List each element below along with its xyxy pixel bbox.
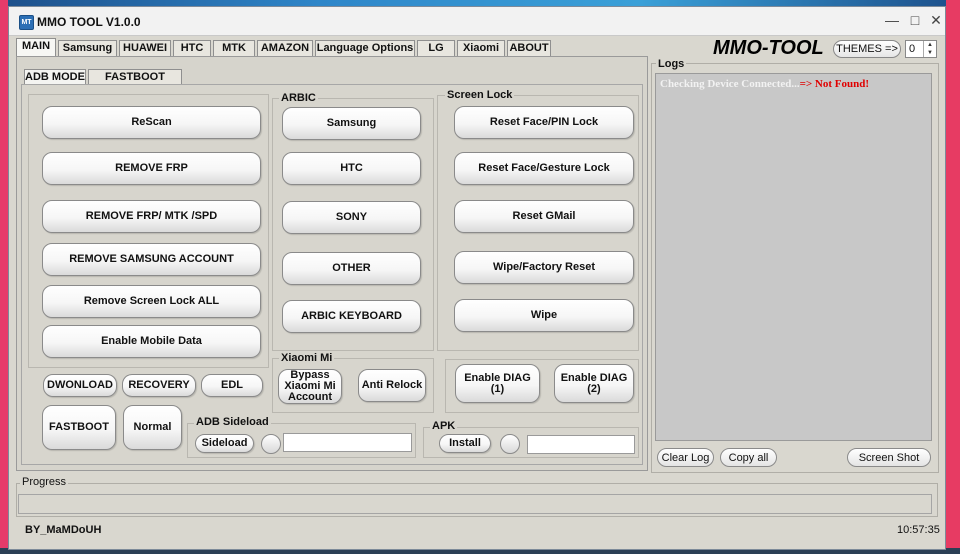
tab-mtk[interactable]: MTK	[213, 40, 255, 56]
sideload-file-field[interactable]	[283, 433, 412, 452]
clear-log-button[interactable]: Clear Log	[657, 448, 714, 467]
enable-mobile-data-button[interactable]: Enable Mobile Data	[42, 325, 261, 358]
themes-button[interactable]: THEMES =>	[833, 40, 901, 58]
window-title: MMO TOOL V1.0.0	[37, 15, 141, 29]
enable-diag-1-button[interactable]: Enable DIAG (1)	[455, 364, 540, 403]
tab-main[interactable]: MAIN	[16, 38, 56, 56]
apk-label: APK	[430, 420, 458, 432]
theme-stepper[interactable]: 0 ▲ ▼	[905, 40, 937, 58]
app-window: MT MMO TOOL V1.0.0 — □ ✕ MAIN Samsung HU…	[8, 6, 946, 550]
tab-xiaomi[interactable]: Xiaomi	[457, 40, 505, 56]
normal-mode-button[interactable]: Normal	[123, 405, 182, 450]
log-output: Checking Device Connected...=> Not Found…	[655, 73, 932, 441]
arbic-htc-button[interactable]: HTC	[282, 152, 421, 185]
reset-face-pin-lock-button[interactable]: Reset Face/PIN Lock	[454, 106, 634, 139]
reset-gmail-button[interactable]: Reset GMail	[454, 200, 634, 233]
wipe-button[interactable]: Wipe	[454, 299, 634, 332]
recovery-mode-button[interactable]: RECOVERY	[122, 374, 196, 397]
minimize-icon[interactable]: —	[883, 11, 901, 29]
rescan-button[interactable]: ReScan	[42, 106, 261, 139]
sideload-button[interactable]: Sideload	[195, 434, 254, 453]
remove-frp-mtk-spd-button[interactable]: REMOVE FRP/ MTK /SPD	[42, 200, 261, 233]
tab-lg[interactable]: LG	[417, 40, 455, 56]
arbic-keyboard-button[interactable]: ARBIC KEYBOARD	[282, 300, 421, 333]
tab-fastboot-mode[interactable]: FASTBOOT MODE	[88, 69, 182, 97]
anti-relock-button[interactable]: Anti Relock	[358, 369, 426, 402]
tab-language-options[interactable]: Language Options	[315, 40, 415, 56]
log-line: Checking Device Connected...=> Not Found…	[660, 78, 869, 90]
remove-samsung-account-button[interactable]: REMOVE SAMSUNG ACCOUNT	[42, 243, 261, 276]
brand-logo: MMO-TOOL	[713, 37, 824, 59]
progress-bar	[18, 494, 932, 514]
arbic-samsung-button[interactable]: Samsung	[282, 107, 421, 140]
reset-face-gesture-lock-button[interactable]: Reset Face/Gesture Lock	[454, 152, 634, 185]
download-mode-button[interactable]: DWONLOAD	[43, 374, 117, 397]
title-bar: MT MMO TOOL V1.0.0 — □ ✕	[9, 7, 945, 36]
tab-adb-mode[interactable]: ADB MODE	[24, 69, 86, 84]
app-icon: MT	[19, 15, 34, 30]
sideload-browse-icon[interactable]	[261, 434, 281, 454]
edl-mode-button[interactable]: EDL	[201, 374, 263, 397]
tab-amazon[interactable]: AMAZON	[257, 40, 313, 56]
tab-samsung[interactable]: Samsung	[58, 40, 117, 56]
remove-screen-lock-button[interactable]: Remove Screen Lock ALL	[42, 285, 261, 318]
apk-file-field[interactable]	[527, 435, 635, 454]
xiaomi-group-label: Xiaomi Mi	[279, 352, 335, 364]
close-icon[interactable]: ✕	[927, 11, 945, 29]
copy-all-button[interactable]: Copy all	[720, 448, 777, 467]
chevron-down-icon[interactable]: ▼	[923, 49, 936, 57]
tab-about[interactable]: ABOUT	[507, 40, 551, 56]
chevron-up-icon[interactable]: ▲	[923, 41, 936, 49]
tab-huawei[interactable]: HUAWEI	[119, 40, 171, 56]
desktop-background-right	[946, 0, 960, 554]
author-label: BY_MaMDoUH	[25, 524, 102, 536]
screen-lock-group-label: Screen Lock	[445, 89, 515, 101]
screenshot-button[interactable]: Screen Shot	[847, 448, 931, 467]
clock-label: 10:57:35	[897, 524, 940, 536]
arbic-other-button[interactable]: OTHER	[282, 252, 421, 285]
arbic-sony-button[interactable]: SONY	[282, 201, 421, 234]
log-status-text: Checking Device Connected...	[660, 78, 800, 90]
enable-diag-2-button[interactable]: Enable DIAG (2)	[554, 364, 634, 403]
logs-label: Logs	[656, 58, 687, 70]
wipe-factory-reset-button[interactable]: Wipe/Factory Reset	[454, 251, 634, 284]
tab-htc[interactable]: HTC	[173, 40, 211, 56]
theme-stepper-value: 0	[909, 43, 916, 55]
desktop-background-left	[0, 0, 8, 554]
arbic-group-label: ARBIC	[279, 92, 318, 104]
progress-label: Progress	[20, 476, 69, 488]
remove-frp-button[interactable]: REMOVE FRP	[42, 152, 261, 185]
maximize-icon[interactable]: □	[906, 11, 924, 29]
fastboot-button[interactable]: FASTBOOT	[42, 405, 116, 450]
bypass-xiaomi-account-button[interactable]: Bypass Xiaomi Mi Account	[278, 369, 342, 404]
apk-browse-icon[interactable]	[500, 434, 520, 454]
adb-sideload-label: ADB Sideload	[194, 416, 271, 428]
install-apk-button[interactable]: Install	[439, 434, 491, 453]
log-result-text: => Not Found!	[799, 78, 870, 90]
